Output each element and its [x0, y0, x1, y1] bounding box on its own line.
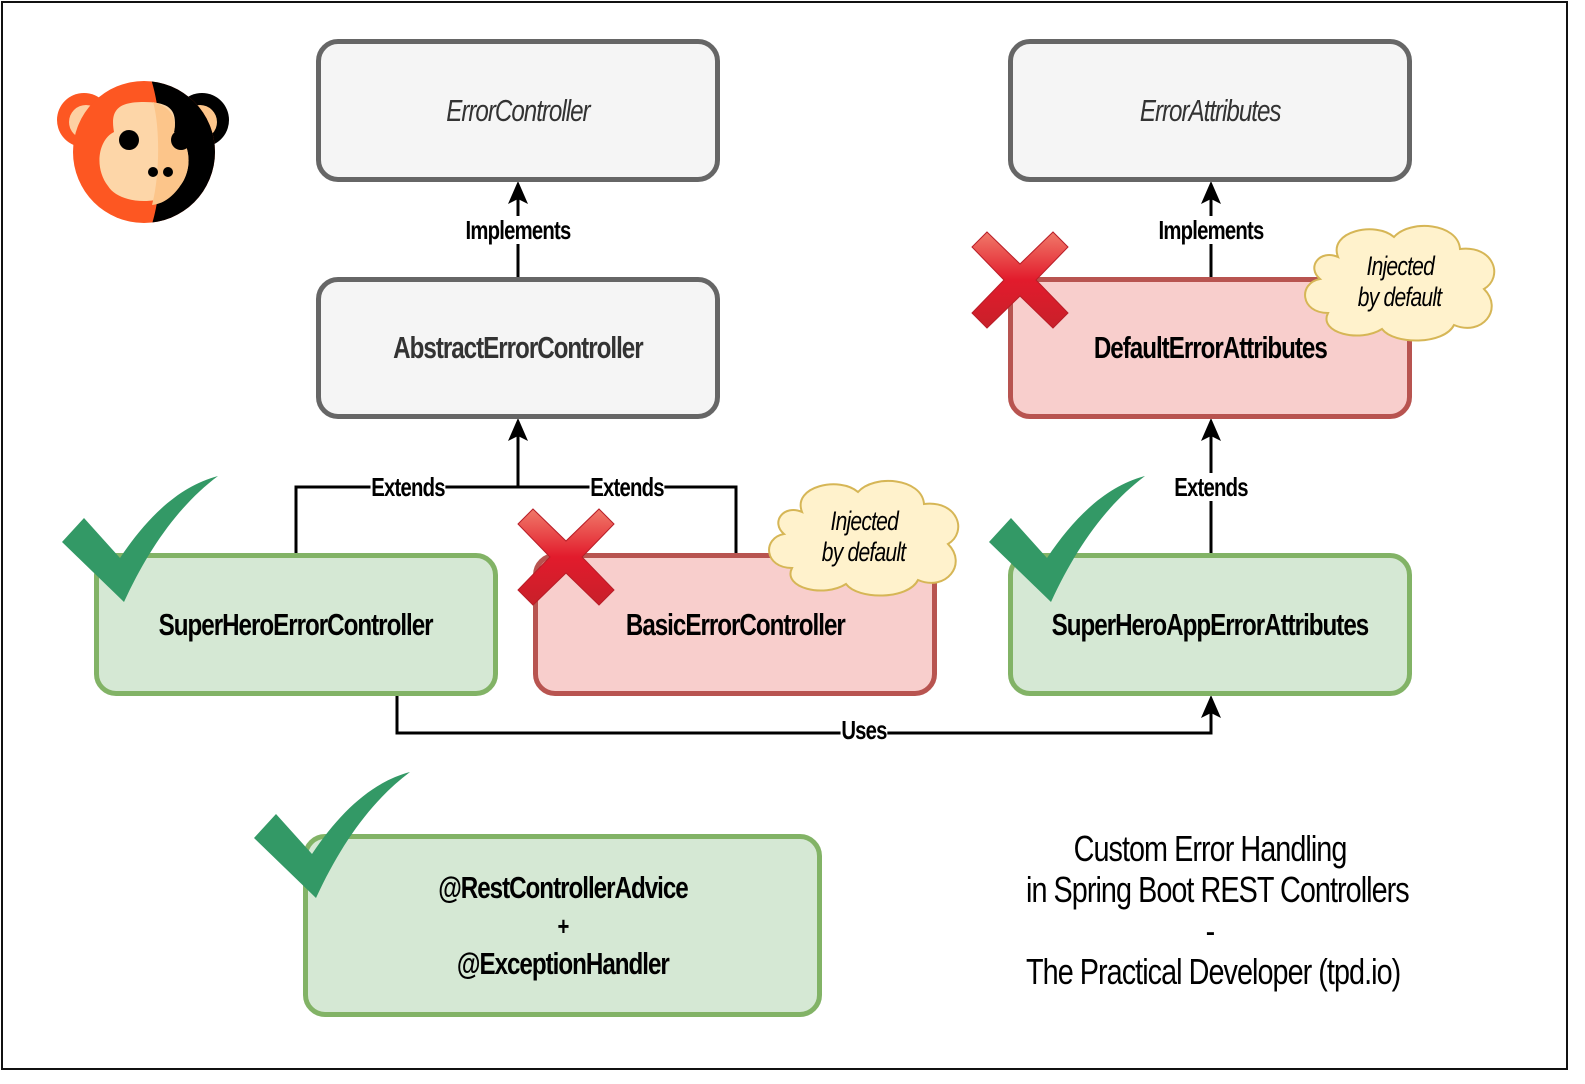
cross-icon [971, 231, 1069, 329]
note-line-2: by default [1358, 282, 1442, 312]
node-error-attributes[interactable]: ErrorAttributes [1008, 39, 1412, 182]
monkey-logo-icon [57, 81, 229, 223]
node-label-line-1: @RestControllerAdvice [437, 869, 689, 905]
check-icon [989, 476, 1145, 602]
edge-label-implements-right: Implements [1157, 215, 1265, 245]
diagram-title: Custom Error Handling in Spring Boot RES… [980, 828, 1440, 992]
node-error-controller[interactable]: ErrorController [316, 39, 720, 182]
edge-label-extends-superhero: Extends [370, 472, 446, 502]
note-line-1: Injected [1366, 251, 1434, 281]
uses-edge [395, 694, 1213, 735]
note-injected-default: Injected by default [1298, 219, 1502, 345]
edge-label-extends-basic: Extends [589, 472, 665, 502]
check-icon [254, 772, 410, 898]
edge-label-implements-left: Implements [464, 215, 572, 245]
check-icon [62, 476, 218, 602]
note-line-2: by default [822, 537, 906, 567]
node-label: DefaultErrorAttributes [1093, 330, 1328, 365]
title-line-3: - [1205, 910, 1216, 951]
node-label-line-2: + [557, 910, 569, 941]
title-line-2: in Spring Boot REST Controllers [1026, 869, 1410, 910]
note-line-1: Injected [830, 506, 898, 536]
title-line-4: The Practical Developer (tpd.io) [1026, 951, 1401, 992]
node-label: AbstractErrorController [393, 330, 643, 365]
node-label: ErrorAttributes [1139, 92, 1282, 128]
note-injected-basic: Injected by default [762, 474, 966, 600]
title-line-1: Custom Error Handling [1073, 828, 1348, 869]
edge-label-uses: Uses [840, 715, 887, 745]
node-label: BasicErrorController [625, 606, 846, 642]
node-label-line-3: @ExceptionHandler [456, 945, 670, 981]
node-label: SuperHeroErrorController [159, 606, 434, 642]
node-label: ErrorController [446, 92, 590, 128]
node-abstract-error-controller[interactable]: AbstractErrorController [316, 277, 720, 419]
node-label: SuperHeroAppErrorAttributes [1051, 606, 1370, 642]
edge-label-extends-app-attrs: Extends [1173, 472, 1249, 502]
cross-icon [517, 508, 615, 606]
